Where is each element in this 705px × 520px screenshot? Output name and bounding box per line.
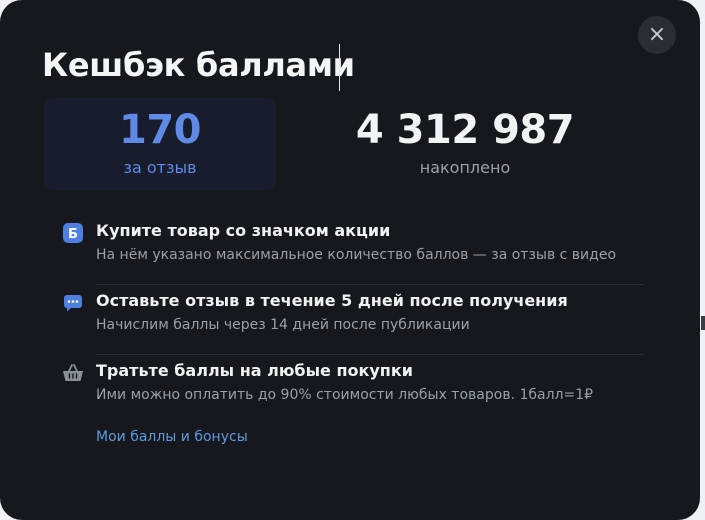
per-review-caption: за отзыв bbox=[123, 158, 197, 177]
close-button[interactable]: × bbox=[638, 16, 676, 54]
steps-list: Б Купите товар со значком акции На нём у… bbox=[62, 214, 644, 424]
step-title: Оставьте отзыв в течение 5 дней после по… bbox=[96, 291, 568, 310]
close-icon: × bbox=[647, 22, 667, 47]
step-description: На нём указано максимальное количество б… bbox=[96, 247, 617, 263]
scrollbar-edge bbox=[701, 316, 705, 330]
accumulated-value: 4 312 987 bbox=[355, 107, 575, 153]
list-item: Тратьте баллы на любые покупки Ими можно… bbox=[62, 354, 644, 424]
accumulated-caption: накоплено bbox=[419, 158, 511, 177]
letter-b-badge-icon: Б bbox=[62, 222, 84, 244]
svg-text:Б: Б bbox=[68, 227, 78, 242]
accumulated-stat: 4 312 987 накоплено bbox=[350, 106, 580, 178]
list-item: Оставьте отзыв в течение 5 дней после по… bbox=[62, 284, 644, 354]
step-title: Купите товар со значком акции bbox=[96, 221, 391, 240]
step-description: Ими можно оплатить до 90% стоимости любы… bbox=[96, 387, 594, 403]
cashback-modal: × Кешбэк баллами 170 за отзыв 4 312 987 … bbox=[0, 0, 700, 520]
text-caret bbox=[339, 44, 340, 91]
step-title: Тратьте баллы на любые покупки bbox=[96, 361, 413, 380]
per-review-stat: 170 за отзыв bbox=[44, 106, 276, 178]
my-points-link[interactable]: Мои баллы и бонусы bbox=[96, 429, 248, 445]
chat-bubble-icon bbox=[62, 292, 84, 314]
list-item: Б Купите товар со значком акции На нём у… bbox=[62, 214, 644, 284]
step-description: Начислим баллы через 14 дней после публи… bbox=[96, 317, 470, 333]
modal-title: Кешбэк баллами bbox=[42, 46, 355, 84]
per-review-value: 170 bbox=[119, 107, 202, 153]
shopping-basket-icon bbox=[62, 362, 84, 384]
